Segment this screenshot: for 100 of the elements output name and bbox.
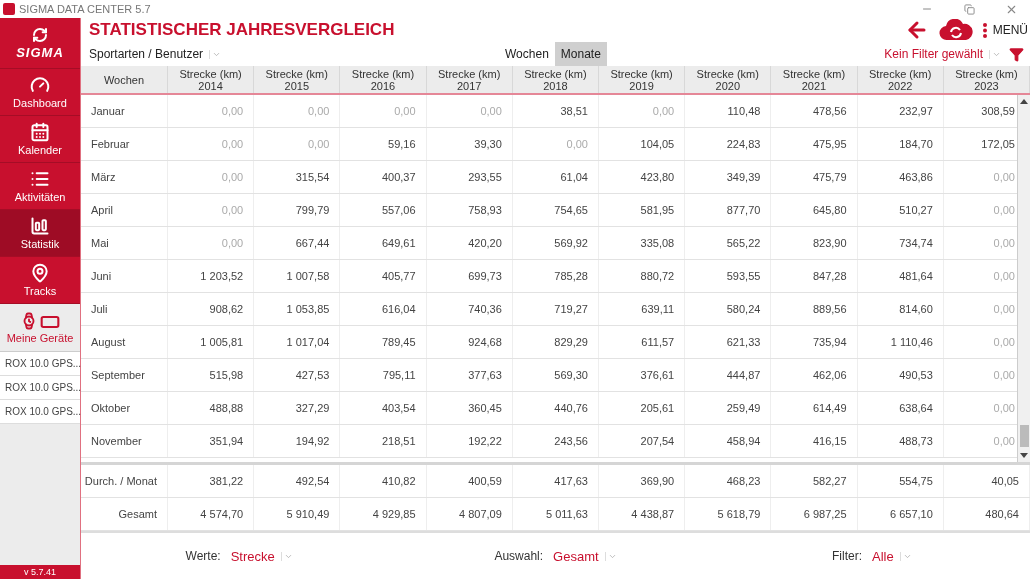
month-cell: Mai (81, 227, 168, 259)
scrollbar[interactable] (1017, 95, 1030, 462)
table-cell: 184,70 (857, 128, 944, 160)
table-cell: 480,64 (943, 498, 1030, 530)
table-cell: 0,00 (340, 95, 427, 127)
column-header[interactable]: Strecke (km) 2015 (254, 66, 341, 93)
table-cell: 192,22 (426, 425, 513, 457)
table-cell: 475,79 (771, 161, 858, 193)
table-cell: 0,00 (254, 95, 341, 127)
device-item[interactable]: ROX 10.0 GPS... (0, 400, 80, 424)
column-header[interactable]: Strecke (km) 2022 (857, 66, 944, 93)
nav-item[interactable]: Dashboard (0, 69, 80, 116)
month-cell: Juli (81, 293, 168, 325)
map-pin-icon (30, 263, 50, 283)
selector-dropdown[interactable]: Strecke (230, 548, 293, 564)
table-cell: 580,24 (685, 293, 772, 325)
table-cell: 400,59 (426, 465, 513, 497)
device-item[interactable]: ROX 10.0 GPS... (0, 352, 80, 376)
table-cell: 614,49 (771, 392, 858, 424)
table-cell: 847,28 (771, 260, 858, 292)
view-tab[interactable]: Monate (554, 42, 607, 66)
table-cell: 458,94 (685, 425, 772, 457)
table-cell: 293,55 (426, 161, 513, 193)
table-cell: 0,00 (512, 128, 599, 160)
table-cell: 335,08 (599, 227, 686, 259)
table-cell: 351,94 (168, 425, 255, 457)
table-cell: 699,73 (426, 260, 513, 292)
window-title: SIGMA DATA CENTER 5.7 (19, 3, 152, 15)
month-cell: Januar (81, 95, 168, 127)
selector-label: Auswahl: (494, 549, 544, 563)
table-cell: 468,23 (685, 465, 772, 497)
table-cell: 420,20 (426, 227, 513, 259)
table-cell: 4 929,85 (340, 498, 427, 530)
month-cell: Oktober (81, 392, 168, 424)
table-cell: 205,61 (599, 392, 686, 424)
table-cell: 61,04 (512, 161, 599, 193)
table-cell: 207,54 (599, 425, 686, 457)
nav-item[interactable]: Statistik (0, 210, 80, 257)
table-cell: 638,64 (857, 392, 944, 424)
column-header[interactable]: Strecke (km) 2021 (771, 66, 858, 93)
filter-icon[interactable] (1009, 46, 1024, 62)
table-cell: 427,53 (254, 359, 341, 391)
table-cell: 243,56 (512, 425, 599, 457)
table-cell: 0,00 (168, 128, 255, 160)
table-cell: 349,39 (685, 161, 772, 193)
column-header[interactable]: Strecke (km) 2019 (599, 66, 686, 93)
table-cell: 758,93 (426, 194, 513, 226)
table-cell: 381,22 (168, 465, 255, 497)
table-cell: 5 011,63 (512, 498, 599, 530)
selector-dropdown[interactable]: Gesamt (553, 548, 617, 564)
table-cell: 416,15 (771, 425, 858, 457)
table-cell: 110,48 (685, 95, 772, 127)
table-cell: 259,49 (685, 392, 772, 424)
selector-dropdown[interactable]: Alle (872, 548, 912, 564)
table-cell: 593,55 (685, 260, 772, 292)
table-cell: 400,37 (340, 161, 427, 193)
table-cell: 789,45 (340, 326, 427, 358)
table-cell: 740,36 (426, 293, 513, 325)
table-cell: 611,57 (599, 326, 686, 358)
view-tab[interactable]: Wochen (499, 42, 555, 66)
table-cell: 0,00 (168, 95, 255, 127)
device-item[interactable]: ROX 10.0 GPS... (0, 376, 80, 400)
summary-label: Durch. / Monat (81, 465, 168, 497)
table-cell: 410,82 (340, 465, 427, 497)
nav-item[interactable]: Aktivitäten (0, 163, 80, 210)
table-cell: 557,06 (340, 194, 427, 226)
table-cell: 38,51 (512, 95, 599, 127)
cloud-sync-icon[interactable] (938, 19, 973, 41)
filter-dropdown[interactable]: Kein Filter gewählt (884, 47, 1001, 61)
table-cell: 417,63 (512, 465, 599, 497)
table-cell: 4 438,87 (599, 498, 686, 530)
sport-user-dropdown[interactable]: Sportarten / Benutzer (89, 47, 222, 61)
month-cell: September (81, 359, 168, 391)
table-cell: 785,28 (512, 260, 599, 292)
app-icon (3, 3, 15, 15)
column-header[interactable]: Strecke (km) 2017 (426, 66, 513, 93)
column-header[interactable]: Strecke (km) 2016 (340, 66, 427, 93)
table-cell: 5 910,49 (254, 498, 341, 530)
column-header[interactable]: Strecke (km) 2018 (512, 66, 599, 93)
column-header[interactable]: Strecke (km) 2023 (943, 66, 1030, 93)
table-cell: 1 110,46 (857, 326, 944, 358)
table-cell: 924,68 (426, 326, 513, 358)
menu-button[interactable]: MENÜ (982, 22, 1028, 38)
table-cell: 814,60 (857, 293, 944, 325)
table-cell: 6 987,25 (771, 498, 858, 530)
table-cell: 462,06 (771, 359, 858, 391)
table-cell: 4 807,09 (426, 498, 513, 530)
column-header[interactable]: Strecke (km) 2014 (168, 66, 255, 93)
table-cell: 554,75 (857, 465, 944, 497)
table-cell: 218,51 (340, 425, 427, 457)
table-cell: 481,64 (857, 260, 944, 292)
table-cell: 440,76 (512, 392, 599, 424)
column-header[interactable]: Strecke (km) 2020 (685, 66, 772, 93)
calendar-icon (30, 122, 50, 142)
table-cell: 667,44 (254, 227, 341, 259)
table-cell: 6 657,10 (857, 498, 944, 530)
nav-item[interactable]: Kalender (0, 116, 80, 163)
table-cell: 224,83 (685, 128, 772, 160)
column-header[interactable]: Wochen (81, 66, 168, 93)
nav-item[interactable]: Tracks (0, 257, 80, 304)
